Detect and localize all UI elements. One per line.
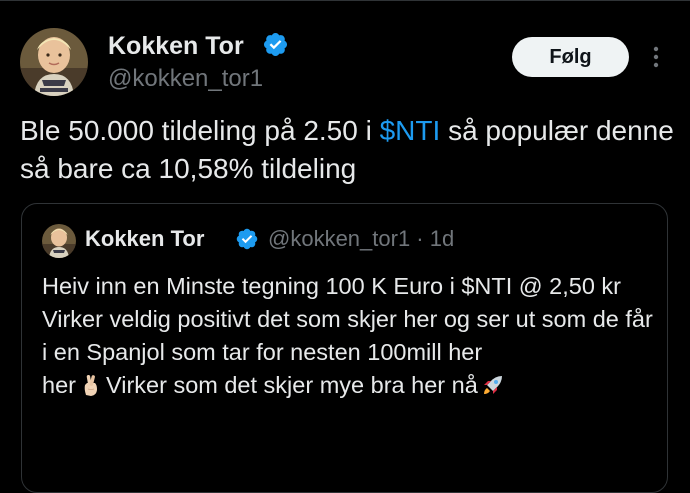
- more-options-icon[interactable]: [644, 42, 668, 72]
- rocket-emoji-icon: [483, 376, 502, 394]
- quoted-line-1: Heiv inn en Minste tegning 100 K Euro i …: [42, 273, 622, 299]
- follow-button[interactable]: Følg: [512, 37, 629, 77]
- avatar-image: [42, 224, 76, 258]
- quoted-line-3-prefix: her: [42, 372, 76, 398]
- quoted-line-2: Virker veldig positivt det som skjer her…: [42, 306, 653, 365]
- quoted-line-3: her Virker som det skjer mye bra her nå: [42, 369, 657, 402]
- quoted-tweet-card[interactable]: Kokken Tor @kokken_tor1 · 1d Heiv inn en…: [21, 203, 668, 493]
- quoted-author-avatar: [42, 224, 76, 258]
- author-avatar[interactable]: [20, 28, 88, 96]
- top-divider: [0, 0, 690, 1]
- quoted-handle-time: @kokken_tor1 · 1d: [268, 226, 455, 251]
- tweet-text: Ble 50.000 tildeling på 2.50 i $NTI så p…: [20, 112, 675, 188]
- crossed-fingers-emoji-icon: [84, 375, 97, 396]
- verified-badge-icon: [236, 228, 258, 250]
- quoted-tweet-text: Heiv inn en Minste tegning 100 K Euro i …: [42, 270, 657, 402]
- author-handle[interactable]: @kokken_tor1: [108, 64, 263, 94]
- verified-badge-icon: [263, 32, 288, 57]
- quoted-author-name: Kokken Tor: [85, 226, 205, 251]
- avatar-image: [20, 28, 88, 96]
- cashtag-link[interactable]: $NTI: [380, 115, 441, 146]
- quoted-line-3-text: Virker som det skjer mye bra her nå: [105, 372, 478, 398]
- tweet-text-part1: Ble 50.000 tildeling på 2.50 i: [20, 115, 380, 146]
- author-name[interactable]: Kokken Tor: [108, 30, 244, 62]
